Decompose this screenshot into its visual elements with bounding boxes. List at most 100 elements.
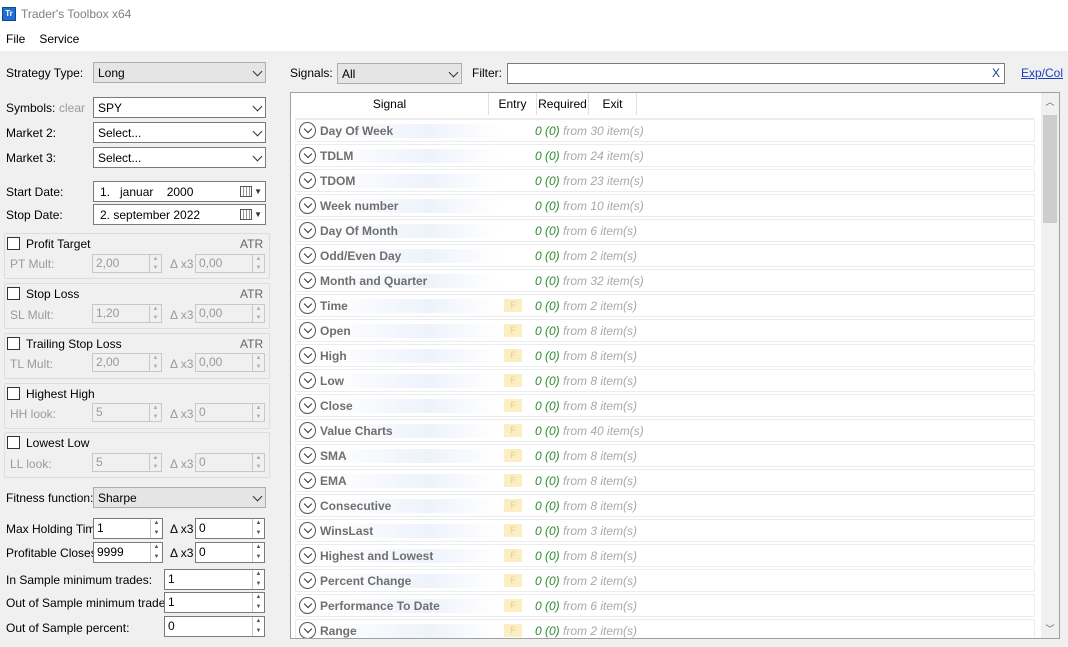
tl-mult-stepper[interactable]: 2,00 ▲ ▼ <box>92 353 162 372</box>
signal-row[interactable]: High F 0 (0) from 8 item(s) <box>295 344 1035 367</box>
expand-circle-icon[interactable] <box>299 322 316 339</box>
signal-row[interactable]: Consecutive F 0 (0) from 8 item(s) <box>295 494 1035 517</box>
signal-row[interactable]: Close F 0 (0) from 8 item(s) <box>295 394 1035 417</box>
expand-circle-icon[interactable] <box>299 272 316 289</box>
signals-select[interactable]: All <box>337 63 462 84</box>
scrollbar-thumb[interactable] <box>1043 115 1057 223</box>
signal-row[interactable]: Time F 0 (0) from 2 item(s) <box>295 294 1035 317</box>
stop-date-picker[interactable]: 2. september 2022 ▼ <box>93 204 266 225</box>
signal-row[interactable]: Day Of Week 0 (0) from 30 item(s) <box>295 119 1035 142</box>
stepper-down-icon[interactable]: ▼ <box>253 363 264 372</box>
start-date-picker[interactable]: 1. januar 2000 ▼ <box>93 181 266 202</box>
stepper-up-icon[interactable]: ▲ <box>150 454 161 463</box>
expand-circle-icon[interactable] <box>299 447 316 464</box>
stepper-down-icon[interactable]: ▼ <box>151 529 162 539</box>
stepper-up-icon[interactable]: ▲ <box>253 354 264 363</box>
sl-delta-stepper[interactable]: 0,00 ▲ ▼ <box>195 304 265 323</box>
symbols-clear-link[interactable]: clear <box>59 101 85 115</box>
highest-high-checkbox[interactable] <box>7 387 20 400</box>
stepper-up-icon[interactable]: ▲ <box>150 404 161 413</box>
stepper-up-icon[interactable]: ▲ <box>253 570 264 580</box>
stepper-down-icon[interactable]: ▼ <box>253 264 264 273</box>
pt-mult-stepper[interactable]: 2,00 ▲ ▼ <box>92 254 162 273</box>
signal-row[interactable]: TDLM 0 (0) from 24 item(s) <box>295 144 1035 167</box>
expand-circle-icon[interactable] <box>299 122 316 139</box>
signal-row[interactable]: Performance To Date F 0 (0) from 6 item(s) <box>295 594 1035 617</box>
expand-collapse-link[interactable]: Exp/Col <box>1021 66 1063 80</box>
expand-circle-icon[interactable] <box>299 422 316 439</box>
stepper-down-icon[interactable]: ▼ <box>253 314 264 323</box>
in-sample-stepper[interactable]: 1 ▲ ▼ <box>164 569 265 590</box>
expand-circle-icon[interactable] <box>299 572 316 589</box>
hh-look-stepper[interactable]: 5 ▲ ▼ <box>92 403 162 422</box>
stepper-down-icon[interactable]: ▼ <box>150 363 161 372</box>
fitness-select[interactable]: Sharpe <box>93 487 266 508</box>
calendar-icon[interactable] <box>240 209 253 220</box>
signal-row[interactable]: Month and Quarter 0 (0) from 32 item(s) <box>295 269 1035 292</box>
market3-select[interactable]: Select... <box>93 147 266 168</box>
signal-row[interactable]: Low F 0 (0) from 8 item(s) <box>295 369 1035 392</box>
stepper-down-icon[interactable]: ▼ <box>150 413 161 422</box>
signal-row[interactable]: Value Charts F 0 (0) from 40 item(s) <box>295 419 1035 442</box>
stepper-up-icon[interactable]: ▲ <box>253 454 264 463</box>
signal-row[interactable]: Day Of Month 0 (0) from 6 item(s) <box>295 219 1035 242</box>
stepper-down-icon[interactable]: ▼ <box>253 529 264 539</box>
expand-circle-icon[interactable] <box>299 597 316 614</box>
stepper-up-icon[interactable]: ▲ <box>150 305 161 314</box>
expand-circle-icon[interactable] <box>299 472 316 489</box>
max-holding-delta-stepper[interactable]: 0 ▲ ▼ <box>195 518 265 539</box>
stepper-up-icon[interactable]: ▲ <box>151 519 162 529</box>
stepper-up-icon[interactable]: ▲ <box>253 255 264 264</box>
col-entry[interactable]: Entry <box>489 93 537 115</box>
filter-input[interactable]: X <box>507 63 1005 84</box>
stepper-up-icon[interactable]: ▲ <box>253 617 264 627</box>
tl-delta-stepper[interactable]: 0,00 ▲ ▼ <box>195 353 265 372</box>
signal-row[interactable]: Open F 0 (0) from 8 item(s) <box>295 319 1035 342</box>
calendar-icon[interactable] <box>240 186 253 197</box>
expand-circle-icon[interactable] <box>299 497 316 514</box>
market2-select[interactable]: Select... <box>93 122 266 143</box>
expand-circle-icon[interactable] <box>299 397 316 414</box>
stepper-down-icon[interactable]: ▼ <box>151 553 162 563</box>
col-signal[interactable]: Signal <box>291 93 489 115</box>
filter-clear-button[interactable]: X <box>992 66 1000 80</box>
trailing-stop-checkbox[interactable] <box>7 337 20 350</box>
signal-row[interactable]: SMA F 0 (0) from 8 item(s) <box>295 444 1035 467</box>
expand-circle-icon[interactable] <box>299 547 316 564</box>
stepper-down-icon[interactable]: ▼ <box>150 314 161 323</box>
expand-circle-icon[interactable] <box>299 147 316 164</box>
ll-delta-stepper[interactable]: 0 ▲ ▼ <box>195 453 265 472</box>
out-sample-stepper[interactable]: 1 ▲ ▼ <box>164 592 265 613</box>
vertical-scrollbar[interactable]: ︿ ﹀ <box>1041 93 1059 638</box>
stepper-down-icon[interactable]: ▼ <box>253 413 264 422</box>
col-required[interactable]: Required <box>537 93 589 115</box>
expand-circle-icon[interactable] <box>299 372 316 389</box>
stepper-down-icon[interactable]: ▼ <box>150 264 161 273</box>
stepper-down-icon[interactable]: ▼ <box>253 553 264 563</box>
dropdown-arrow-icon[interactable]: ▼ <box>254 187 262 196</box>
expand-circle-icon[interactable] <box>299 197 316 214</box>
signal-row[interactable]: TDOM 0 (0) from 23 item(s) <box>295 169 1035 192</box>
stepper-down-icon[interactable]: ▼ <box>150 463 161 472</box>
stepper-up-icon[interactable]: ▲ <box>151 543 162 553</box>
stepper-down-icon[interactable]: ▼ <box>253 603 264 613</box>
signal-row[interactable]: WinsLast F 0 (0) from 3 item(s) <box>295 519 1035 542</box>
expand-circle-icon[interactable] <box>299 622 316 638</box>
signal-row[interactable]: Highest and Lowest F 0 (0) from 8 item(s) <box>295 544 1035 567</box>
profitable-closes-stepper[interactable]: 9999 ▲ ▼ <box>93 542 163 563</box>
stepper-up-icon[interactable]: ▲ <box>253 543 264 553</box>
stepper-up-icon[interactable]: ▲ <box>150 354 161 363</box>
sl-mult-stepper[interactable]: 1,20 ▲ ▼ <box>92 304 162 323</box>
scroll-down-icon[interactable]: ﹀ <box>1041 620 1059 638</box>
stepper-down-icon[interactable]: ▼ <box>253 627 264 637</box>
expand-circle-icon[interactable] <box>299 222 316 239</box>
out-percent-stepper[interactable]: 0 ▲ ▼ <box>164 616 265 637</box>
signal-row[interactable]: Percent Change F 0 (0) from 2 item(s) <box>295 569 1035 592</box>
expand-circle-icon[interactable] <box>299 297 316 314</box>
pt-delta-stepper[interactable]: 0,00 ▲ ▼ <box>195 254 265 273</box>
menu-service[interactable]: Service <box>32 32 86 46</box>
stepper-up-icon[interactable]: ▲ <box>253 305 264 314</box>
max-holding-stepper[interactable]: 1 ▲ ▼ <box>93 518 163 539</box>
profitable-closes-delta-stepper[interactable]: 0 ▲ ▼ <box>195 542 265 563</box>
signal-row[interactable]: Odd/Even Day 0 (0) from 2 item(s) <box>295 244 1035 267</box>
